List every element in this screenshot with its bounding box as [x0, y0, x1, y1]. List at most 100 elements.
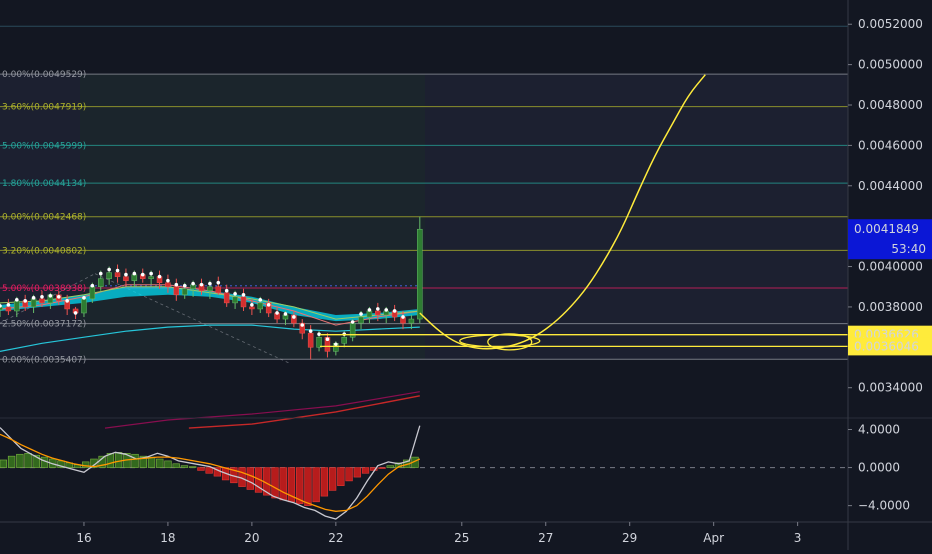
histogram-bar: [131, 453, 139, 468]
histogram-bar: [246, 467, 254, 490]
signal-dot: [157, 274, 162, 279]
candle-body: [30, 298, 37, 308]
signal-dot: [376, 307, 380, 311]
candle-body: [165, 282, 171, 287]
candle-body: [341, 336, 347, 344]
signal-dot: [65, 299, 69, 303]
time-tick-label: 25: [454, 531, 469, 545]
signal-dot: [48, 294, 53, 298]
time-tick-label: 29: [622, 531, 637, 545]
histogram-bar: [345, 467, 353, 482]
signal-dot: [149, 271, 153, 276]
signal-dot: [241, 292, 246, 297]
fib-level-label: 0.00%(0.0049529): [2, 70, 86, 80]
signal-dot: [334, 342, 338, 347]
fib-level-label: 1.80%(0.0044134): [2, 179, 86, 189]
signal-dot: [359, 312, 363, 316]
candle-body: [417, 228, 423, 320]
histogram-bar: [7, 455, 16, 468]
signal-dot: [132, 271, 137, 276]
histogram-bar: [24, 453, 32, 468]
time-tick-label: 20: [244, 531, 259, 545]
time-tick-label: 22: [328, 531, 343, 545]
histogram-bar: [16, 453, 24, 468]
candle-body: [240, 296, 247, 308]
support-price-label: 0.0036046: [854, 339, 919, 353]
histogram-bar: [353, 467, 361, 478]
histogram-bar: [304, 467, 312, 506]
chart-container[interactable]: 0.00%(0.0049529) 3.60%(0.0047919) 5.00%(0.…: [0, 0, 932, 550]
time-tick-label: 18: [160, 531, 175, 545]
candle-body: [257, 302, 264, 310]
signal-dot: [367, 308, 372, 312]
candle-body: [307, 332, 314, 348]
candle-body: [366, 310, 373, 318]
signal-dot: [224, 288, 229, 293]
signal-dot: [199, 282, 204, 287]
candle-body: [123, 276, 129, 281]
signal-dot: [401, 315, 405, 319]
price-tick-label: 0.0046000: [858, 138, 923, 152]
fib-level-label: 5.00%(0.0038938): [2, 284, 86, 294]
signal-dot: [174, 282, 179, 287]
candle-body: [358, 316, 364, 324]
signal-dot: [208, 281, 212, 286]
histogram-bar: [378, 467, 386, 469]
signal-dot: [350, 320, 355, 324]
signal-dot: [233, 291, 237, 296]
candle-body: [5, 306, 12, 312]
signal-dot: [98, 271, 103, 276]
time-tick-label: Apr: [703, 531, 724, 545]
histogram-bar: [82, 461, 90, 468]
histogram-bar: [279, 467, 287, 501]
histogram-bar: [337, 467, 345, 486]
histogram-bar: [164, 460, 172, 468]
candle-body: [106, 272, 112, 279]
fib-level-label: 2.50%(0.0037172): [2, 320, 86, 330]
oscillator-tick-label: 4.0000: [858, 423, 900, 437]
signal-dot: [292, 315, 296, 319]
histogram-bar: [328, 467, 337, 491]
histogram-bar: [320, 467, 329, 497]
signal-dot: [73, 311, 78, 315]
histogram-bar: [312, 467, 320, 503]
signal-dot: [325, 337, 330, 341]
time-tick-label: 16: [76, 531, 91, 545]
histogram-bar: [189, 466, 197, 468]
histogram-bar: [156, 458, 164, 468]
signal-dot: [300, 323, 305, 327]
signal-dot: [283, 312, 288, 316]
histogram-bar: [180, 465, 189, 468]
histogram-bar: [205, 467, 213, 474]
signal-dot: [115, 268, 120, 273]
chart-svg[interactable]: 0.00%(0.0049529) 3.60%(0.0047919) 5.00%(0.…: [0, 0, 932, 550]
price-tick-label: 0.0044000: [858, 179, 923, 193]
signal-dot: [31, 296, 36, 300]
signal-dot: [258, 298, 263, 302]
signal-dot: [182, 283, 187, 288]
signal-dot: [90, 283, 95, 288]
price-tick-label: 0.0034000: [858, 381, 923, 395]
candle-body: [81, 298, 87, 314]
signal-dot: [191, 281, 195, 286]
price-tick-label: 0.0050000: [858, 58, 923, 72]
histogram-bar: [114, 452, 123, 468]
signal-dot: [216, 280, 221, 285]
signal-dot: [23, 299, 27, 303]
signal-dot: [6, 303, 11, 307]
fib-level-label: 0.00%(0.0035407): [2, 355, 86, 365]
price-tick-label: 0.0040000: [858, 260, 923, 274]
signal-dot: [82, 296, 86, 300]
current-price-label: 0.0041849: [854, 222, 919, 236]
candle-body: [408, 318, 415, 324]
signal-dot: [14, 298, 19, 302]
fib-level-label: 0.00%(0.0042468): [2, 213, 86, 223]
signal-dot: [266, 303, 271, 307]
candle-body: [223, 292, 230, 304]
signal-dot: [392, 309, 397, 313]
candle-body: [114, 272, 121, 277]
candle-body: [207, 286, 213, 292]
candle-body: [249, 306, 255, 310]
price-tick-label: 0.0038000: [858, 300, 923, 314]
candle-body: [14, 300, 20, 312]
